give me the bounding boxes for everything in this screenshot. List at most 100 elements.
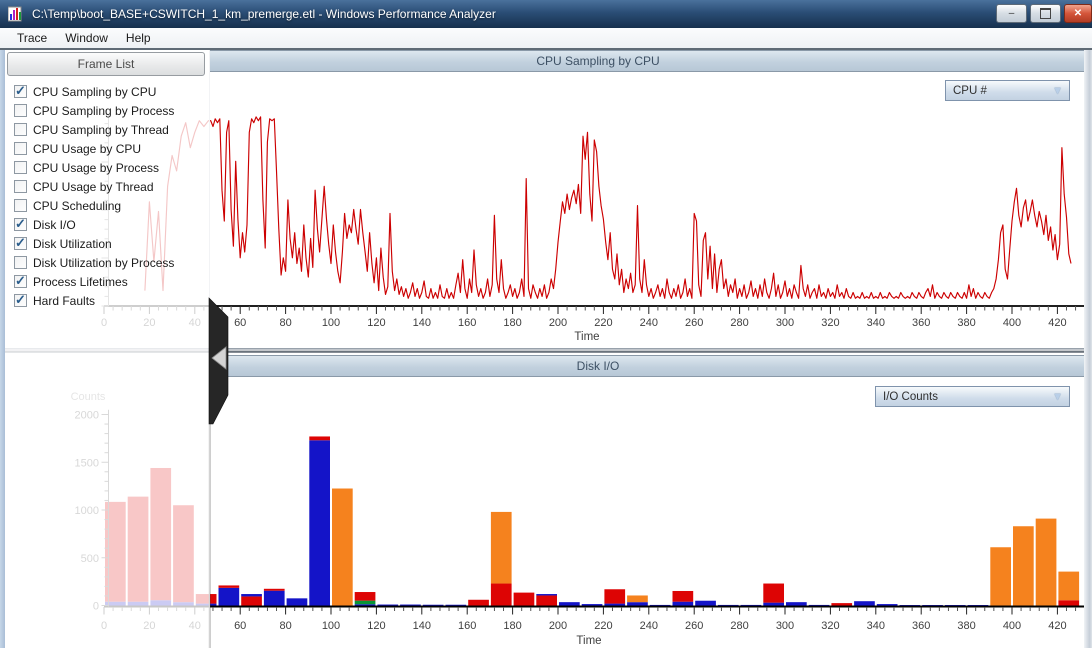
frame-list-item-cpu-sampling-by-thread[interactable]: CPU Sampling by Thread	[14, 120, 169, 139]
frame-list-item-label: CPU Usage by CPU	[33, 142, 141, 156]
dropdown-label: CPU #	[953, 85, 1052, 97]
frame-list-item-cpu-usage-by-process[interactable]: CPU Usage by Process	[14, 158, 159, 177]
top-chart-header: CPU Sampling by CPU	[210, 50, 1092, 72]
frame-list-item-cpu-usage-by-cpu[interactable]: CPU Usage by CPU	[14, 139, 141, 158]
frame-list-item-label: CPU Usage by Thread	[33, 180, 154, 194]
bar-segment-blue	[446, 605, 467, 606]
checkbox-checked[interactable]: ✓	[14, 275, 27, 288]
io-counts-dropdown[interactable]: I/O Counts ▼	[875, 386, 1070, 407]
svg-text:240: 240	[640, 620, 658, 632]
bar-segment-orange	[1036, 519, 1057, 606]
bar-segment-blue	[786, 602, 807, 605]
checkbox-unchecked[interactable]	[14, 104, 27, 117]
svg-text:260: 260	[685, 317, 703, 329]
bar-segment-red	[604, 589, 625, 603]
bar-segment-blue	[241, 594, 262, 596]
checkbox-unchecked[interactable]	[14, 256, 27, 269]
checkbox-checked[interactable]: ✓	[14, 294, 27, 307]
frame-list-item-label: CPU Scheduling	[33, 199, 121, 213]
checkbox-checked[interactable]: ✓	[14, 218, 27, 231]
menu-help[interactable]: Help	[117, 29, 160, 47]
pane-splitter-handle[interactable]	[205, 295, 233, 430]
frame-list-item-label: Hard Faults	[33, 294, 95, 308]
frame-list-item-disk-utilization[interactable]: ✓Disk Utilization	[14, 234, 112, 253]
menu-window[interactable]: Window	[56, 29, 117, 47]
frame-list-header-button[interactable]: Frame List	[7, 52, 205, 76]
checkbox-unchecked[interactable]	[14, 142, 27, 155]
checkbox-checked[interactable]: ✓	[14, 237, 27, 250]
svg-text:60: 60	[234, 620, 246, 632]
svg-text:140: 140	[413, 317, 431, 329]
svg-text:320: 320	[821, 620, 839, 632]
checkbox-unchecked[interactable]	[14, 199, 27, 212]
check-icon: ✓	[15, 235, 26, 251]
svg-text:400: 400	[1003, 317, 1021, 329]
bar-segment-blue	[355, 604, 376, 605]
frame-list-item-disk-utilization-by-process[interactable]: Disk Utilization by Process	[14, 253, 174, 272]
bar-segment-red	[491, 584, 512, 606]
frame-list-item-cpu-usage-by-thread[interactable]: CPU Usage by Thread	[14, 177, 154, 196]
svg-text:280: 280	[730, 620, 748, 632]
bar-segment-orange	[332, 489, 353, 606]
bar-segment-blue	[627, 602, 648, 605]
window-title: C:\Temp\boot_BASE+CSWITCH_1_km_premerge.…	[32, 7, 496, 21]
svg-text:300: 300	[776, 317, 794, 329]
svg-text:360: 360	[912, 317, 930, 329]
restore-button[interactable]	[1030, 4, 1061, 23]
checkbox-unchecked[interactable]	[14, 180, 27, 193]
menu-trace[interactable]: Trace	[8, 29, 56, 47]
bar-segment-red	[1058, 600, 1079, 605]
check-icon: ✓	[15, 216, 26, 232]
svg-text:320: 320	[821, 317, 839, 329]
cpu-number-dropdown[interactable]: CPU # ▼	[945, 80, 1070, 101]
chevron-down-icon: ▼	[1052, 85, 1063, 97]
bottom-chart-title: Disk I/O	[210, 359, 986, 373]
top-chart-title: CPU Sampling by CPU	[210, 54, 986, 68]
frame-list-item-process-lifetimes[interactable]: ✓Process Lifetimes	[14, 272, 128, 291]
content-top-divider	[0, 48, 1092, 50]
bar-segment-red	[536, 595, 557, 605]
checkbox-unchecked[interactable]	[14, 161, 27, 174]
bar-segment-blue	[377, 605, 398, 606]
svg-text:60: 60	[234, 317, 246, 329]
bar-segment-blue	[423, 605, 444, 606]
frame-list-item-cpu-scheduling[interactable]: CPU Scheduling	[14, 196, 121, 215]
frame-list-item-hard-faults[interactable]: ✓ Hard Faults	[14, 291, 95, 310]
checkbox-checked[interactable]: ✓	[14, 85, 27, 98]
bar-segment-blue	[559, 602, 580, 605]
bar-segment-red	[763, 584, 784, 603]
restore-icon	[1040, 8, 1051, 19]
close-button[interactable]: ✕	[1064, 4, 1092, 23]
frame-list-item-disk-i-o[interactable]: ✓ Disk I/O	[14, 215, 76, 234]
svg-text:120: 120	[367, 620, 385, 632]
bar-segment-red	[355, 592, 376, 601]
svg-text:180: 180	[503, 620, 521, 632]
bar-segment-orange	[1058, 572, 1079, 601]
svg-text:80: 80	[279, 620, 291, 632]
bar-segment-blue	[400, 605, 421, 606]
bar-segment-red	[309, 436, 330, 440]
bar-segment-blue	[536, 594, 557, 595]
minimize-button[interactable]: –	[996, 4, 1027, 23]
bar-segment-red	[673, 591, 694, 602]
bar-segment-blue	[309, 440, 330, 605]
bar-segment-orange	[1013, 526, 1034, 605]
bar-segment-orange	[627, 595, 648, 602]
bar-segment-blue	[287, 598, 308, 605]
title-bar[interactable]: C:\Temp\boot_BASE+CSWITCH_1_km_premerge.…	[0, 0, 1092, 28]
bar-segment-orange	[491, 512, 512, 584]
disk-io-bars[interactable]	[105, 436, 1079, 605]
svg-text:200: 200	[549, 620, 567, 632]
checkbox-unchecked[interactable]	[14, 123, 27, 136]
svg-text:100: 100	[322, 620, 340, 632]
cpu-sampling-line-series[interactable]	[145, 117, 1071, 298]
frame-list-item-cpu-sampling-by-cpu[interactable]: ✓CPU Sampling by CPU	[14, 82, 156, 101]
top-x-axis-title: Time	[574, 331, 599, 343]
svg-text:160: 160	[458, 317, 476, 329]
bar-segment-blue	[854, 601, 875, 605]
frame-list-item-cpu-sampling-by-process[interactable]: CPU Sampling by Process	[14, 101, 174, 120]
bar-segment-red	[468, 600, 489, 606]
frame-list-item-label: Disk I/O	[33, 218, 76, 232]
svg-text:160: 160	[458, 620, 476, 632]
svg-text:80: 80	[279, 317, 291, 329]
